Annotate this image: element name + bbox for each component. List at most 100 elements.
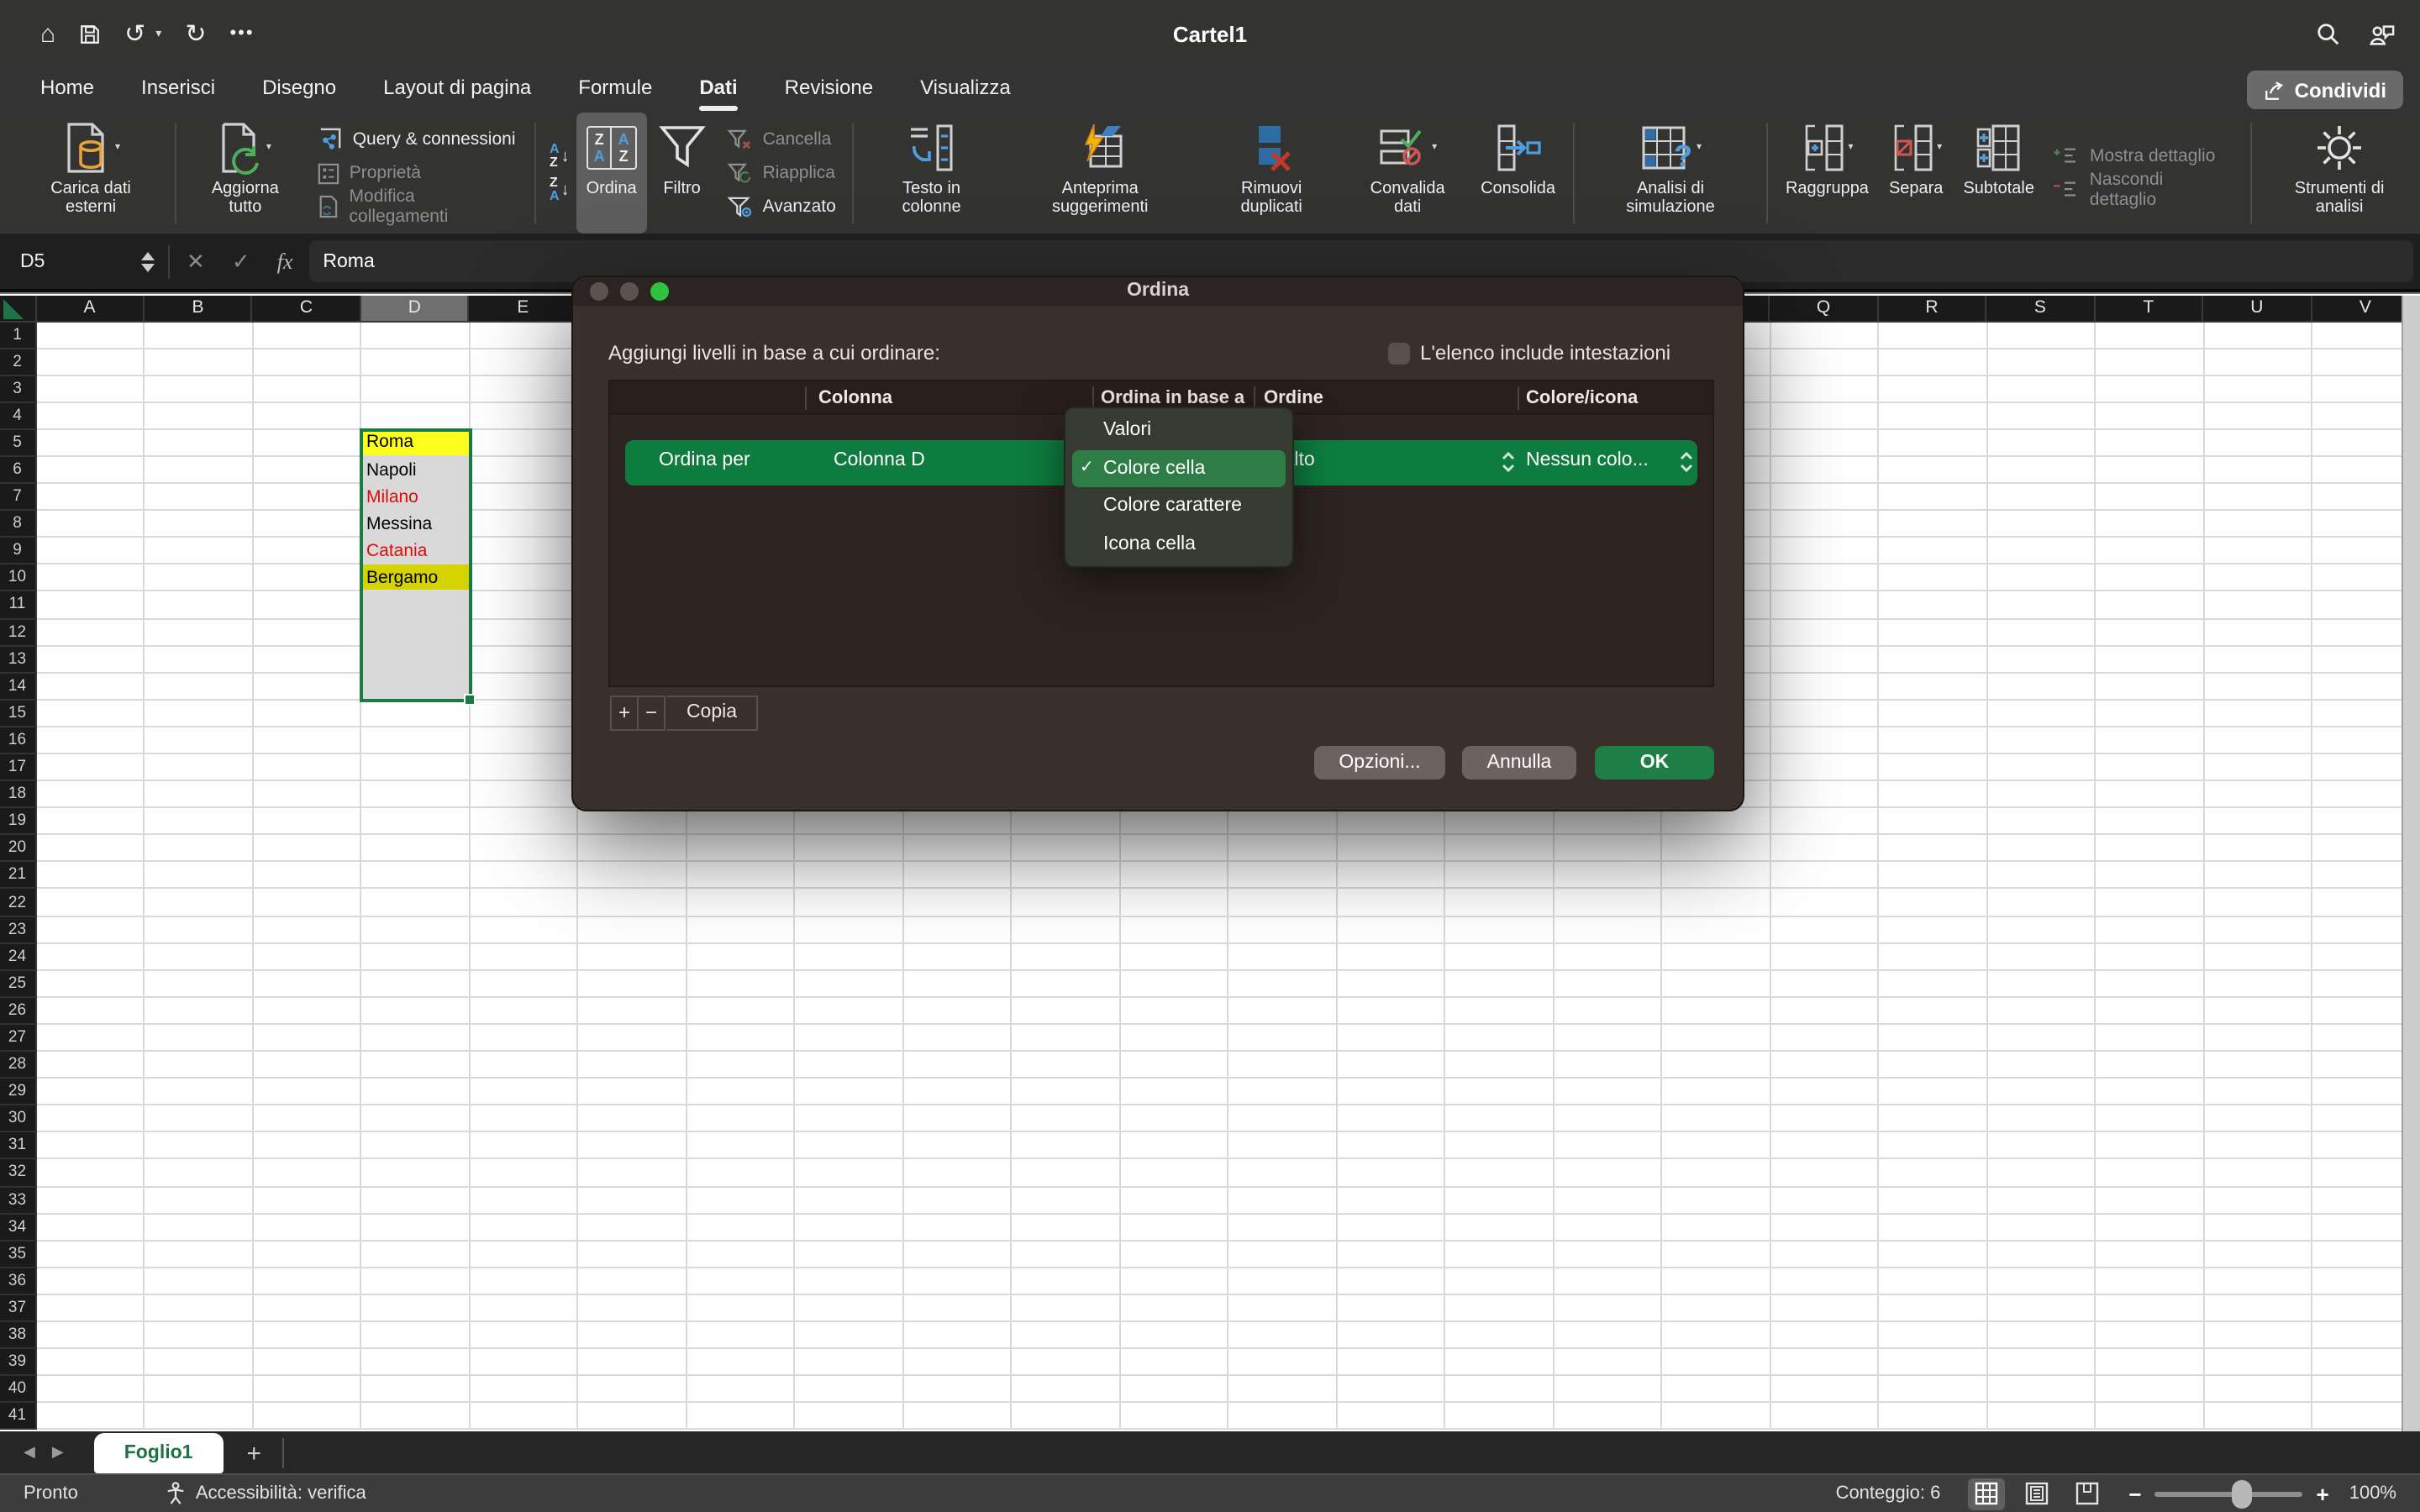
cell-Q4[interactable] xyxy=(1770,403,1879,430)
row-header-30[interactable]: 30 xyxy=(0,1105,36,1132)
sort-za-button[interactable]: ZA↓ xyxy=(550,176,570,203)
cell-C31[interactable] xyxy=(253,1133,361,1160)
cell-U38[interactable] xyxy=(2204,1322,2312,1349)
cell-E19[interactable] xyxy=(470,808,578,835)
cell-M33[interactable] xyxy=(1337,1187,1445,1214)
cell-A30[interactable] xyxy=(36,1105,145,1132)
cell-S15[interactable] xyxy=(1987,701,2096,727)
cell-B18[interactable] xyxy=(145,781,253,808)
row-header-7[interactable]: 7 xyxy=(0,484,36,511)
cell-D28[interactable] xyxy=(361,1052,470,1079)
cell-E33[interactable] xyxy=(470,1187,578,1214)
cell-R13[interactable] xyxy=(1879,646,1987,673)
flash-fill-button[interactable]: Anteprima suggerimenti xyxy=(1002,113,1198,234)
cell-F38[interactable] xyxy=(578,1322,687,1349)
cell-T23[interactable] xyxy=(2096,916,2204,943)
tab-disegno[interactable]: Disegno xyxy=(239,67,360,113)
cell-O34[interactable] xyxy=(1554,1214,1662,1241)
cell-D12[interactable] xyxy=(361,619,470,646)
cell-R21[interactable] xyxy=(1879,863,1987,890)
cell-K34[interactable] xyxy=(1120,1214,1228,1241)
cell-E34[interactable] xyxy=(470,1214,578,1241)
group-button[interactable]: ▾ Raggruppa xyxy=(1776,113,1879,234)
cell-G25[interactable] xyxy=(687,971,795,998)
cell-J28[interactable] xyxy=(1012,1052,1120,1079)
cell-E3[interactable] xyxy=(470,375,578,402)
cell-D7[interactable]: Milano xyxy=(361,484,470,511)
cell-E13[interactable] xyxy=(470,646,578,673)
cell-A40[interactable] xyxy=(36,1376,145,1403)
cell-P23[interactable] xyxy=(1662,916,1770,943)
row-header-24[interactable]: 24 xyxy=(0,943,36,970)
cell-E36[interactable] xyxy=(470,1268,578,1295)
row-header-31[interactable]: 31 xyxy=(0,1133,36,1160)
copy-level-button[interactable]: Copia xyxy=(667,695,758,730)
cell-K29[interactable] xyxy=(1120,1079,1228,1105)
cell-I19[interactable] xyxy=(903,808,1012,835)
cell-U31[interactable] xyxy=(2204,1133,2312,1160)
cell-S19[interactable] xyxy=(1987,808,2096,835)
cell-H41[interactable] xyxy=(795,1404,903,1431)
cell-Q21[interactable] xyxy=(1770,863,1879,890)
column-header-E[interactable]: E xyxy=(470,295,578,322)
cell-D17[interactable] xyxy=(361,754,470,781)
cell-E38[interactable] xyxy=(470,1322,578,1349)
cell-T30[interactable] xyxy=(2096,1105,2204,1132)
cell-O41[interactable] xyxy=(1554,1404,1662,1431)
cell-T15[interactable] xyxy=(2096,701,2204,727)
cell-U41[interactable] xyxy=(2204,1404,2312,1431)
cell-E37[interactable] xyxy=(470,1295,578,1322)
cell-B11[interactable] xyxy=(145,592,253,619)
cell-K31[interactable] xyxy=(1120,1133,1228,1160)
cell-A14[interactable] xyxy=(36,673,145,700)
cell-T20[interactable] xyxy=(2096,836,2204,863)
cell-B21[interactable] xyxy=(145,863,253,890)
cell-C24[interactable] xyxy=(253,943,361,970)
cell-P36[interactable] xyxy=(1662,1268,1770,1295)
cell-T33[interactable] xyxy=(2096,1187,2204,1214)
cell-C32[interactable] xyxy=(253,1160,361,1187)
cell-D20[interactable] xyxy=(361,836,470,863)
menu-item-colore-carattere[interactable]: Colore carattere xyxy=(1071,487,1285,525)
cell-C4[interactable] xyxy=(253,403,361,430)
cell-Q36[interactable] xyxy=(1770,1268,1879,1295)
cell-O37[interactable] xyxy=(1554,1295,1662,1322)
cell-F25[interactable] xyxy=(578,971,687,998)
cell-U1[interactable] xyxy=(2204,322,2312,349)
cell-A34[interactable] xyxy=(36,1214,145,1241)
cell-S3[interactable] xyxy=(1987,375,2096,402)
cell-T11[interactable] xyxy=(2096,592,2204,619)
ok-button[interactable]: OK xyxy=(1595,745,1714,780)
color-stepper-icon[interactable] xyxy=(1679,450,1694,479)
cell-B34[interactable] xyxy=(145,1214,253,1241)
cell-S21[interactable] xyxy=(1987,863,2096,890)
cell-A39[interactable] xyxy=(36,1349,145,1376)
remove-duplicates-button[interactable]: Rimuovi duplicati xyxy=(1198,113,1344,234)
cell-D15[interactable] xyxy=(361,701,470,727)
cell-R14[interactable] xyxy=(1879,673,1987,700)
row-header-36[interactable]: 36 xyxy=(0,1268,36,1295)
cell-M39[interactable] xyxy=(1337,1349,1445,1376)
cell-B28[interactable] xyxy=(145,1052,253,1079)
cell-B35[interactable] xyxy=(145,1241,253,1268)
cell-H34[interactable] xyxy=(795,1214,903,1241)
cell-T27[interactable] xyxy=(2096,1025,2204,1052)
cell-J35[interactable] xyxy=(1012,1241,1120,1268)
cell-K37[interactable] xyxy=(1120,1295,1228,1322)
cell-A11[interactable] xyxy=(36,592,145,619)
cell-M24[interactable] xyxy=(1337,943,1445,970)
cell-P40[interactable] xyxy=(1662,1376,1770,1403)
cell-M35[interactable] xyxy=(1337,1241,1445,1268)
cell-U3[interactable] xyxy=(2204,375,2312,402)
cell-E5[interactable] xyxy=(470,430,578,457)
cell-F34[interactable] xyxy=(578,1214,687,1241)
cell-D29[interactable] xyxy=(361,1079,470,1105)
cell-T14[interactable] xyxy=(2096,673,2204,700)
cell-F23[interactable] xyxy=(578,916,687,943)
cell-C38[interactable] xyxy=(253,1322,361,1349)
cell-E17[interactable] xyxy=(470,754,578,781)
cell-N22[interactable] xyxy=(1445,890,1554,916)
cell-G37[interactable] xyxy=(687,1295,795,1322)
cell-B3[interactable] xyxy=(145,375,253,402)
cell-G21[interactable] xyxy=(687,863,795,890)
